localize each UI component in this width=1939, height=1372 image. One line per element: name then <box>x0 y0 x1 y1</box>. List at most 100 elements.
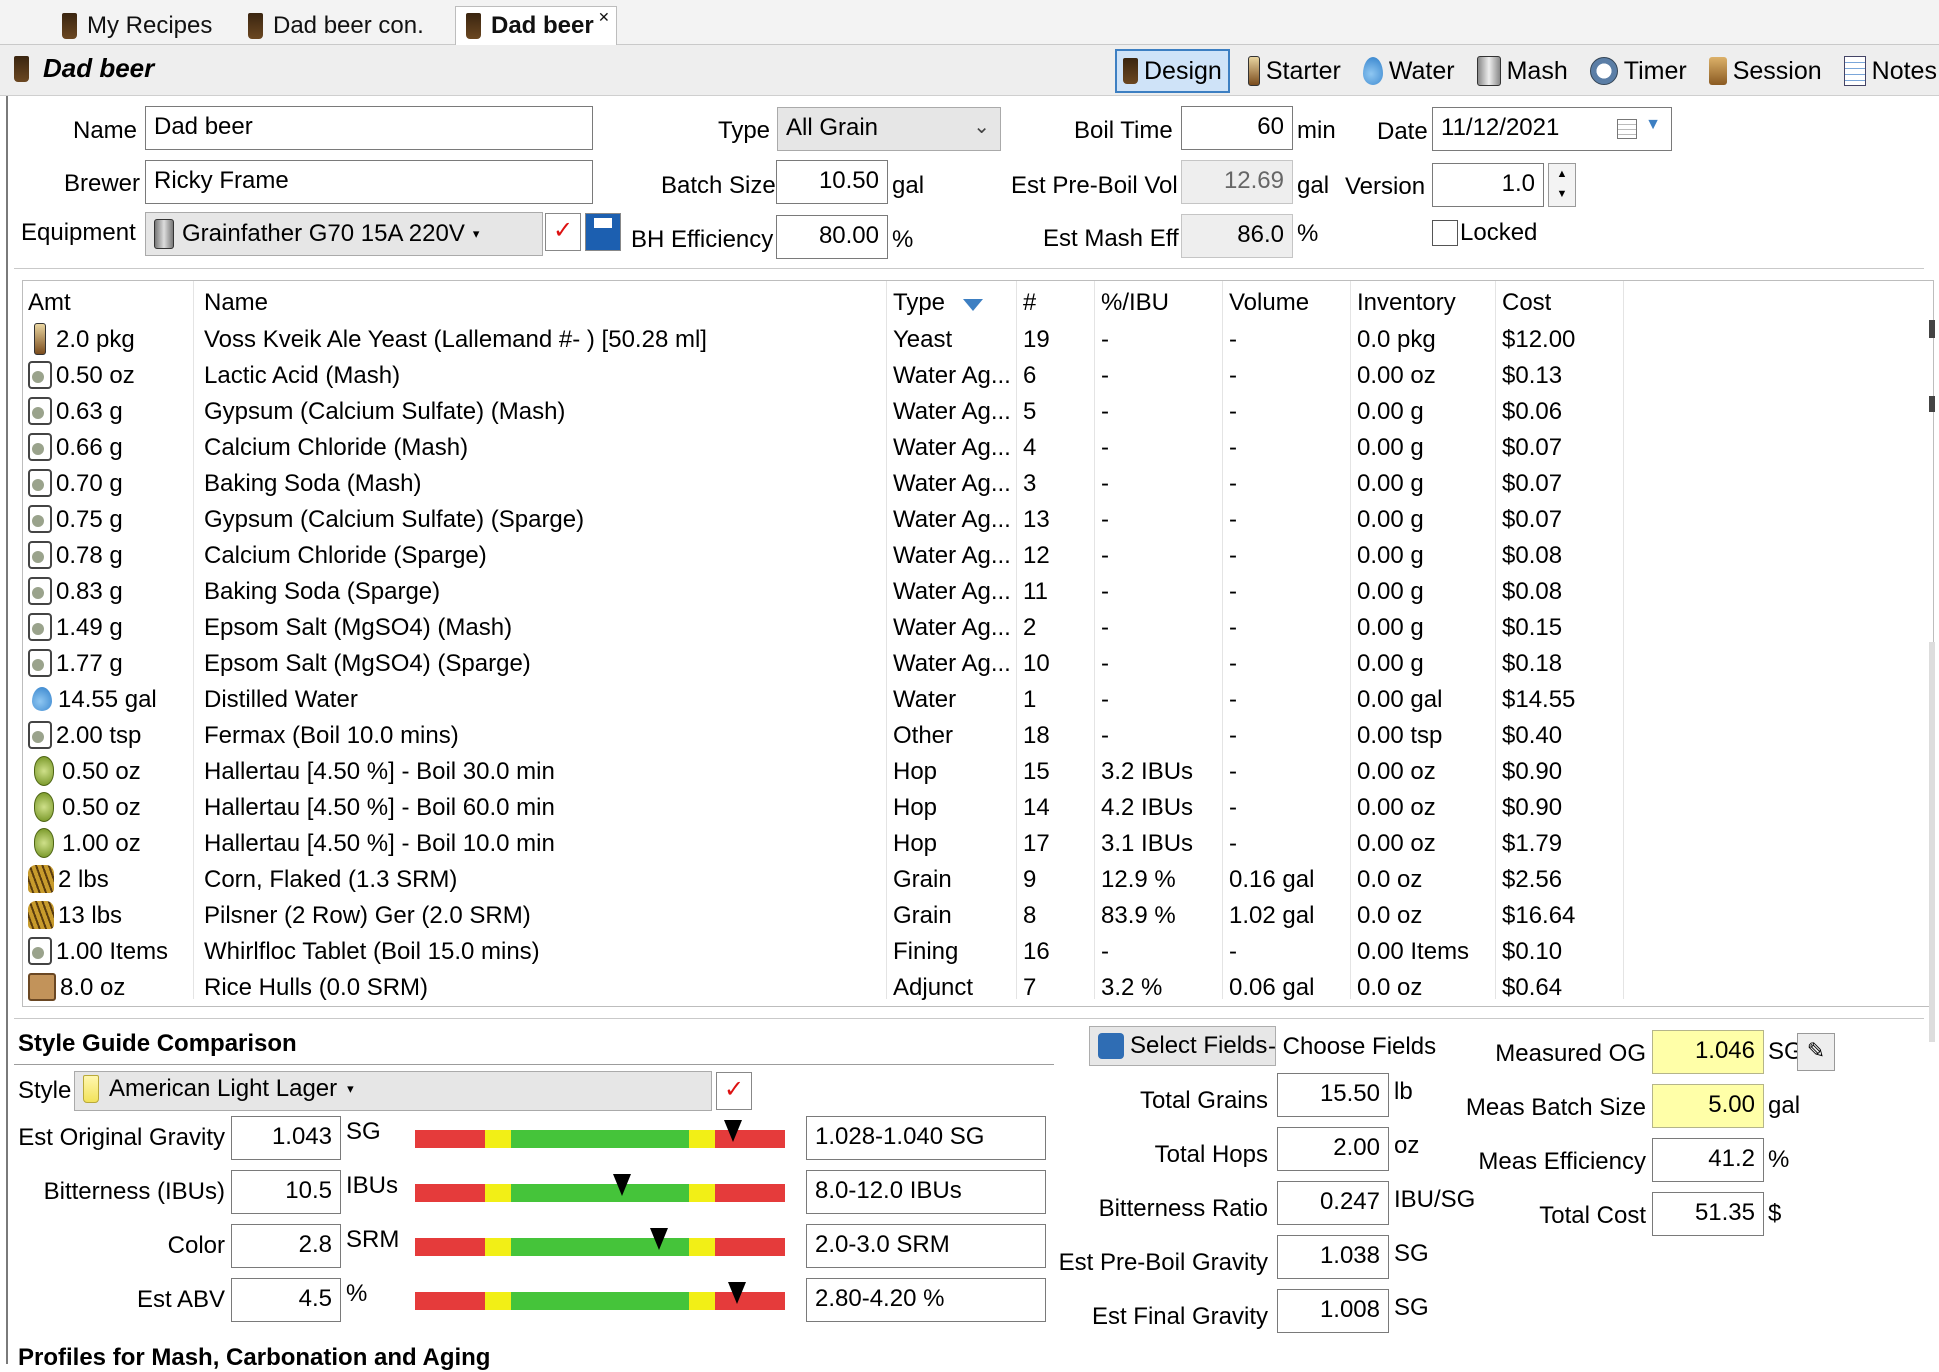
cell-volume: 0.16 gal <box>1229 866 1315 893</box>
tab-label: Timer <box>1623 56 1687 85</box>
equipment-dropdown[interactable]: Grainfather G70 15A 220V ▾ <box>145 212 543 256</box>
type-dropdown[interactable]: All Grain ⌄ <box>777 107 1001 151</box>
measured-input[interactable]: 41.2 <box>1652 1138 1764 1182</box>
cell-name: Fermax (Boil 10.0 mins) <box>204 722 459 749</box>
tab-design[interactable]: Design <box>1115 49 1230 93</box>
metric-value: 2.8 <box>231 1224 341 1268</box>
cell-cost: $16.64 <box>1502 902 1576 929</box>
table-row[interactable]: 0.50 oz Hallertau [4.50 %] - Boil 30.0 mi… <box>23 754 1933 790</box>
cell-cost: $0.07 <box>1502 434 1563 461</box>
table-row[interactable]: 2.00 tsp Fermax (Boil 10.0 mins) Other 18 - -… <box>23 718 1933 754</box>
cell-cost: $12.00 <box>1502 326 1576 353</box>
date-picker[interactable]: 11/12/2021 ▼ <box>1432 107 1672 151</box>
spin-down-icon[interactable]: ▼ <box>1549 184 1575 204</box>
table-row[interactable]: 8.0 oz Rice Hulls (0.0 SRM) Adjunct 7 3.2 % 0… <box>23 970 1933 1006</box>
boil-time-input[interactable]: 60 <box>1181 106 1293 150</box>
cell-pct-ibu: 3.1 IBUs <box>1101 830 1194 857</box>
table-row[interactable]: 1.49 g Epsom Salt (MgSO4) (Mash) Water Ag.… <box>23 610 1933 646</box>
amount-text: 2 lbs <box>58 866 109 893</box>
name-input[interactable]: Dad beer <box>145 106 593 150</box>
table-row[interactable]: 1.77 g Epsom Salt (MgSO4) (Sparge) Water A… <box>23 646 1933 682</box>
batch-size-input[interactable]: 10.50 <box>776 160 888 204</box>
style-dropdown[interactable]: American Light Lager ▾ <box>74 1071 712 1111</box>
table-row[interactable]: 0.83 g Baking Soda (Sparge) Water Ag... 11 -… <box>23 574 1933 610</box>
locked-checkbox[interactable]: Locked <box>1432 219 1537 247</box>
header-number[interactable]: # <box>1023 285 1036 321</box>
checkbox-icon[interactable] <box>1432 220 1458 246</box>
measured-input[interactable]: 1.046 <box>1652 1030 1764 1074</box>
checklist-icon[interactable]: ✓ <box>545 213 581 251</box>
cell-type: Adjunct <box>893 974 974 1001</box>
version-spinner[interactable]: ▲ ▼ <box>1548 163 1576 207</box>
header-inventory[interactable]: Inventory <box>1357 285 1456 321</box>
grid-scrollbar[interactable] <box>1929 300 1939 1042</box>
close-icon[interactable]: ✕ <box>598 9 610 26</box>
tab-notes[interactable]: Notes <box>1840 51 1939 91</box>
header-pct-ibu[interactable]: %/IBU <box>1101 285 1169 321</box>
cell-amt: 8.0 oz <box>28 970 125 1006</box>
tab-timer[interactable]: Timer <box>1586 51 1691 91</box>
tab-water[interactable]: Water <box>1359 51 1459 91</box>
cell-inventory: 0.00 tsp <box>1357 722 1443 749</box>
checklist-icon[interactable]: ✓ <box>716 1072 752 1110</box>
yeast-vial-icon <box>34 322 46 355</box>
amount-text: 0.50 oz <box>62 758 141 785</box>
table-row[interactable]: 0.70 g Baking Soda (Mash) Water Ag... 3 - - 0.… <box>23 466 1933 502</box>
locked-label: Locked <box>1460 219 1538 246</box>
header-amt[interactable]: Amt <box>28 285 71 321</box>
cell-cost: $0.64 <box>1502 974 1563 1001</box>
style-range-gauge <box>415 1174 785 1202</box>
tab-session[interactable]: Session <box>1705 51 1826 91</box>
spin-up-icon[interactable]: ▲ <box>1549 164 1575 184</box>
version-input[interactable]: 1.0 <box>1432 163 1544 207</box>
amount-text: 0.50 oz <box>56 362 135 389</box>
doc-tab-my-recipes[interactable]: My Recipes <box>62 8 212 44</box>
calendar-icon[interactable] <box>1617 119 1637 139</box>
beer-glass-icon <box>1123 58 1138 84</box>
select-fields-button[interactable]: Select Fields <box>1089 1026 1277 1066</box>
table-row[interactable]: 0.75 g Gypsum (Calcium Sulfate) (Sparge) W… <box>23 502 1933 538</box>
table-row[interactable]: 14.55 gal Distilled Water Water 1 - - 0.00 gal… <box>23 682 1933 718</box>
brewer-input[interactable]: Ricky Frame <box>145 160 593 204</box>
tab-starter[interactable]: Starter <box>1244 51 1345 91</box>
table-row[interactable]: 2 lbs Corn, Flaked (1.3 SRM) Grain 9 12.9 % 0… <box>23 862 1933 898</box>
measured-input[interactable]: 5.00 <box>1652 1084 1764 1128</box>
field-unit: SG <box>1394 1240 1429 1267</box>
cell-volume: - <box>1229 542 1237 569</box>
cell-pct-ibu: 83.9 % <box>1101 902 1176 929</box>
measured-input[interactable]: 51.35 <box>1652 1192 1764 1236</box>
header-volume[interactable]: Volume <box>1229 285 1309 321</box>
table-row[interactable]: 0.50 oz Hallertau [4.50 %] - Boil 60.0 mi… <box>23 790 1933 826</box>
chevron-down-icon[interactable]: ▼ <box>1645 116 1661 134</box>
cell-pct-ibu: - <box>1101 938 1109 965</box>
table-row[interactable]: 0.78 g Calcium Chloride (Sparge) Water Ag.… <box>23 538 1933 574</box>
table-row[interactable]: 0.66 g Calcium Chloride (Mash) Water Ag...… <box>23 430 1933 466</box>
document-tab-bar: My Recipes Dad beer con. Dad beer ✕ <box>0 0 1939 45</box>
table-row[interactable]: 1.00 oz Hallertau [4.50 %] - Boil 10.0 mi… <box>23 826 1933 862</box>
gauge-segment <box>714 1292 785 1310</box>
measured-label: Total Cost <box>1539 1202 1646 1229</box>
hydrometer-icon[interactable]: ✎ <box>1797 1033 1835 1071</box>
batch-size-label: Batch Size <box>661 172 776 199</box>
tab-mash[interactable]: Mash <box>1473 51 1572 91</box>
header-cost[interactable]: Cost <box>1502 285 1551 321</box>
header-type[interactable]: Type <box>893 285 945 321</box>
table-row[interactable]: 13 lbs Pilsner (2 Row) Ger (2.0 SRM) Grain… <box>23 898 1933 934</box>
cell-amt: 1.49 g <box>28 610 123 646</box>
cell-number: 13 <box>1023 506 1050 533</box>
additive-jar-icon <box>28 504 52 533</box>
table-row[interactable]: 0.63 g Gypsum (Calcium Sulfate) (Mash) Wat… <box>23 394 1933 430</box>
header-name[interactable]: Name <box>204 285 268 321</box>
bh-efficiency-input[interactable]: 80.00 <box>776 215 888 259</box>
save-icon[interactable] <box>585 213 621 251</box>
cell-volume: - <box>1229 650 1237 677</box>
table-row[interactable]: 1.00 Items Whirlfloc Tablet (Boil 15.0 mi… <box>23 934 1933 970</box>
sort-desc-icon[interactable] <box>963 299 983 311</box>
doc-tab-dad-beer[interactable]: Dad beer ✕ <box>455 6 617 45</box>
doc-tab-dad-beer-con[interactable]: Dad beer con. <box>248 8 424 44</box>
table-row[interactable]: 2.0 pkg Voss Kveik Ale Yeast (Lallemand #… <box>23 322 1933 358</box>
cell-inventory: 0.00 g <box>1357 434 1424 461</box>
pre-boil-vol-label: Est Pre-Boil Vol <box>1011 172 1178 199</box>
table-row[interactable]: 0.50 oz Lactic Acid (Mash) Water Ag... 6 - - 0… <box>23 358 1933 394</box>
cell-amt: 2.00 tsp <box>28 718 141 754</box>
